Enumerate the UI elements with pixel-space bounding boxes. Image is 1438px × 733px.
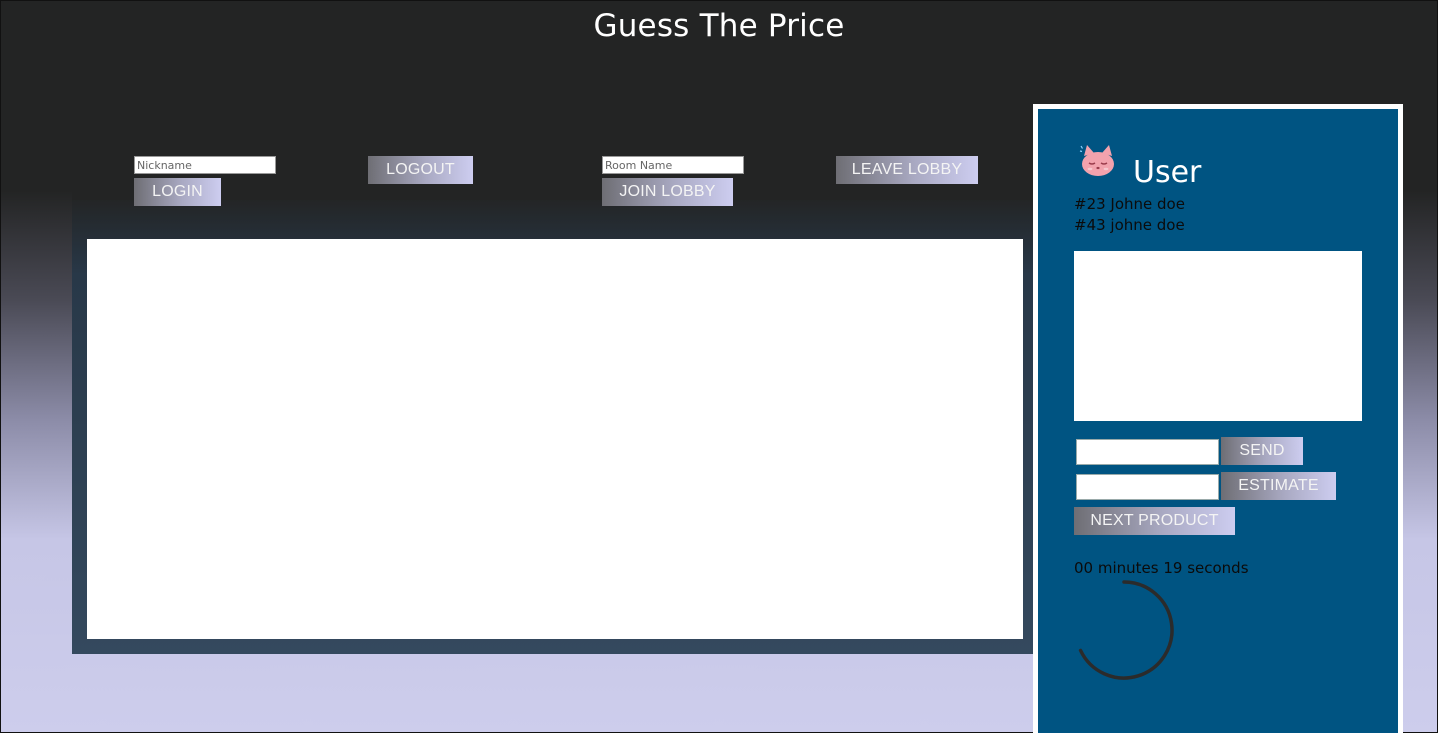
cat-avatar-icon [1079,145,1114,176]
player-entry: #43 johne doe [1074,216,1185,234]
join-lobby-button[interactable]: JOIN LOBBY [602,178,733,206]
next-product-button[interactable]: NEXT PRODUCT [1074,507,1235,535]
estimate-button[interactable]: ESTIMATE [1221,472,1336,500]
login-button[interactable]: LOGIN [134,178,221,206]
product-display-area [87,239,1023,639]
chat-messages-box [1074,251,1362,421]
countdown-timer-text: 00 minutes 19 seconds [1074,559,1249,577]
nickname-input[interactable] [134,156,276,174]
estimate-input[interactable] [1076,474,1219,500]
room-name-input[interactable] [602,156,744,174]
leave-lobby-button[interactable]: LEAVE LOBBY [836,156,978,184]
player-list: #23 Johne doe #43 johne doe [1074,194,1185,236]
user-title: User [1133,155,1202,190]
chat-input[interactable] [1076,439,1219,465]
countdown-spinner [1078,580,1174,680]
send-button[interactable]: SEND [1221,437,1303,465]
page-title: Guess The Price [593,8,845,44]
logout-button[interactable]: LOGOUT [368,156,473,184]
countdown-arc [1078,580,1174,680]
player-entry: #23 Johne doe [1074,195,1185,213]
